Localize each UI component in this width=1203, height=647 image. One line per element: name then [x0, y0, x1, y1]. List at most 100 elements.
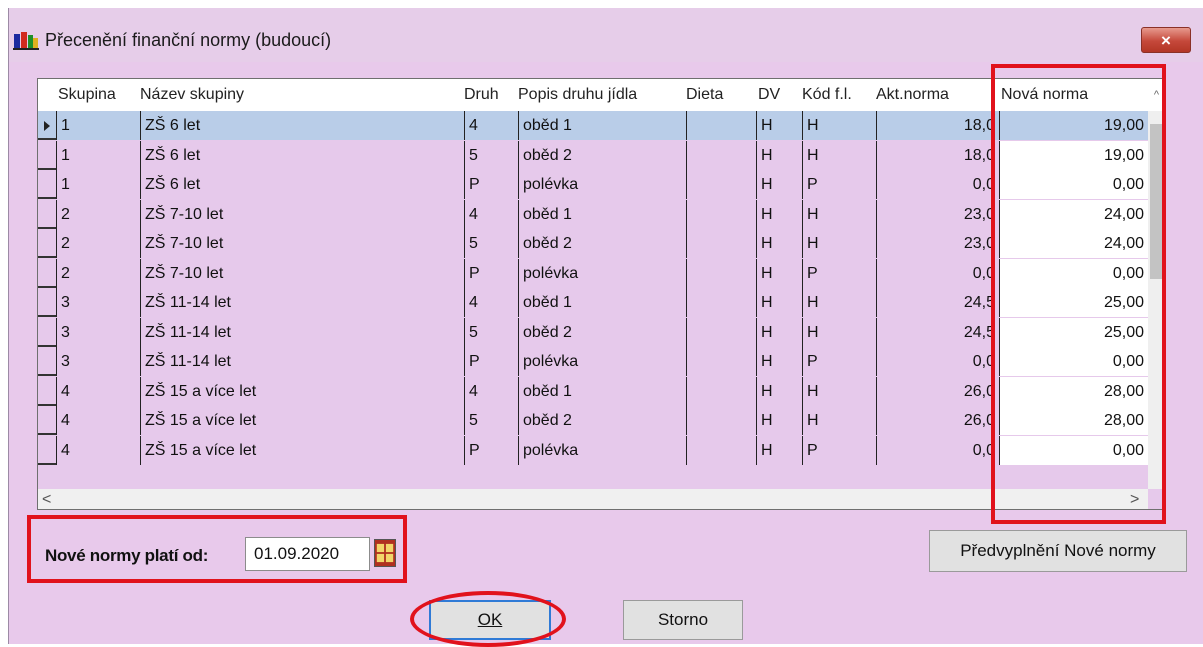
cell-popis: oběd 1 — [518, 288, 686, 317]
column-header[interactable]: DV — [758, 79, 804, 111]
highlight-date — [27, 515, 407, 583]
cell-kod: H — [802, 111, 876, 140]
table-row[interactable]: 3 ZŠ 11-14 let 4 oběd 1 H H 24,5 25,00 — [38, 288, 1148, 317]
cell-skupina: 1 — [56, 111, 140, 140]
table-row[interactable]: 4 ZŠ 15 a více let 4 oběd 1 H H 26,0 28,00 — [38, 376, 1148, 406]
cell-dv: H — [756, 406, 802, 435]
cell-dv: H — [756, 376, 802, 406]
cell-akt: 26,0 — [876, 406, 999, 435]
row-indicator[interactable] — [38, 259, 56, 288]
cell-popis: polévka — [518, 170, 686, 199]
cell-dv: H — [756, 317, 802, 347]
cell-nazev: ZŠ 7-10 let — [140, 258, 464, 288]
cell-akt: 18,0 — [876, 140, 999, 170]
cell-skupina: 4 — [56, 435, 140, 465]
cell-kod: H — [802, 288, 876, 317]
table-row[interactable]: 1 ZŠ 6 let 4 oběd 1 H H 18,0 19,00 — [38, 111, 1148, 140]
cell-dv: H — [756, 229, 802, 258]
cell-skupina: 3 — [56, 317, 140, 347]
close-icon: × — [1161, 31, 1171, 50]
table-row[interactable]: 1 ZŠ 6 let 5 oběd 2 H H 18,0 19,00 — [38, 140, 1148, 170]
cell-dieta — [686, 199, 756, 229]
table-row[interactable]: 1 ZŠ 6 let Ppolévka H P 0,0 0,00 — [38, 170, 1148, 199]
storno-button[interactable]: Storno — [623, 600, 743, 640]
cell-popis: oběd 1 — [518, 376, 686, 406]
column-header[interactable]: Skupina — [58, 79, 142, 111]
table-row[interactable]: 4 ZŠ 15 a více let Ppolévka H P 0,0 0,00 — [38, 435, 1148, 465]
cell-druh: P — [464, 258, 518, 288]
cell-akt: 24,5 — [876, 317, 999, 347]
cell-popis: oběd 2 — [518, 406, 686, 435]
cell-akt: 18,0 — [876, 111, 999, 140]
row-indicator[interactable] — [38, 377, 56, 406]
row-indicator[interactable] — [38, 436, 56, 465]
cell-akt: 0,0 — [876, 170, 999, 199]
cell-dv: H — [756, 347, 802, 376]
row-indicator[interactable] — [38, 141, 56, 170]
app-icon — [13, 32, 39, 50]
cell-dv: H — [756, 258, 802, 288]
cell-nazev: ZŠ 11-14 let — [140, 288, 464, 317]
prefill-new-norms-button[interactable]: Předvyplnění Nové normy — [929, 530, 1187, 572]
row-indicator[interactable] — [38, 229, 56, 258]
column-header[interactable]: Popis druhu jídla — [518, 79, 686, 111]
close-button[interactable]: × — [1141, 27, 1191, 53]
title-bar: Přecenění finanční normy (budoucí) × — [9, 8, 1203, 62]
row-pointer-icon[interactable] — [38, 111, 56, 140]
highlight-ok — [410, 591, 566, 647]
cell-akt: 0,0 — [876, 347, 999, 376]
cell-dieta — [686, 140, 756, 170]
cell-nazev: ZŠ 11-14 let — [140, 347, 464, 376]
cell-popis: oběd 1 — [518, 111, 686, 140]
row-indicator[interactable] — [38, 347, 56, 376]
cell-skupina: 4 — [56, 376, 140, 406]
table-row[interactable]: 2 ZŠ 7-10 let 4 oběd 1 H H 23,0 24,00 — [38, 199, 1148, 229]
cell-kod: H — [802, 140, 876, 170]
cell-popis: oběd 2 — [518, 140, 686, 170]
cell-akt: 0,0 — [876, 258, 999, 288]
table-row[interactable]: 2 ZŠ 7-10 let 5 oběd 2 H H 23,0 24,00 — [38, 229, 1148, 258]
cell-dv: H — [756, 288, 802, 317]
cell-popis: polévka — [518, 347, 686, 376]
cell-nazev: ZŠ 6 let — [140, 170, 464, 199]
cell-popis: polévka — [518, 435, 686, 465]
row-indicator[interactable] — [38, 318, 56, 347]
column-header[interactable]: Dieta — [686, 79, 756, 111]
table-row[interactable]: 3 ZŠ 11-14 let Ppolévka H P 0,0 0,00 — [38, 347, 1148, 376]
cell-kod: H — [802, 376, 876, 406]
column-header[interactable]: Název skupiny — [140, 79, 464, 111]
cell-dieta — [686, 170, 756, 199]
dialog-window: Přecenění finanční normy (budoucí) × Sku… — [8, 8, 1203, 647]
cell-druh: 5 — [464, 317, 518, 347]
row-indicator[interactable] — [38, 170, 56, 199]
cell-skupina: 3 — [56, 288, 140, 317]
column-header[interactable]: Druh — [464, 79, 518, 111]
cell-kod: P — [802, 347, 876, 376]
row-indicator[interactable] — [38, 406, 56, 435]
row-indicator[interactable] — [38, 200, 56, 229]
column-header[interactable]: Kód f.l. — [802, 79, 876, 111]
cell-dieta — [686, 376, 756, 406]
cell-druh: 4 — [464, 376, 518, 406]
cell-kod: P — [802, 258, 876, 288]
cell-nazev: ZŠ 6 let — [140, 140, 464, 170]
horizontal-scrollbar[interactable]: < > — [38, 489, 1148, 509]
cell-druh: 5 — [464, 140, 518, 170]
cell-akt: 23,0 — [876, 199, 999, 229]
table-row[interactable]: 3 ZŠ 11-14 let 5 oběd 2 H H 24,5 25,00 — [38, 317, 1148, 347]
cell-kod: H — [802, 406, 876, 435]
table-row[interactable]: 4 ZŠ 15 a více let 5 oběd 2 H H 26,0 28,00 — [38, 406, 1148, 435]
cell-dv: H — [756, 140, 802, 170]
cell-druh: P — [464, 435, 518, 465]
cell-skupina: 1 — [56, 140, 140, 170]
table-row[interactable]: 2 ZŠ 7-10 let Ppolévka H P 0,0 0,00 — [38, 258, 1148, 288]
cell-dieta — [686, 317, 756, 347]
cell-dv: H — [756, 435, 802, 465]
scroll-left-icon[interactable]: < — [42, 489, 51, 509]
cell-popis: oběd 2 — [518, 229, 686, 258]
row-indicator[interactable] — [38, 288, 56, 317]
column-header[interactable]: Akt.norma — [876, 79, 999, 111]
cell-druh: P — [464, 170, 518, 199]
storno-button-label: Storno — [657, 610, 709, 629]
cell-skupina: 2 — [56, 199, 140, 229]
